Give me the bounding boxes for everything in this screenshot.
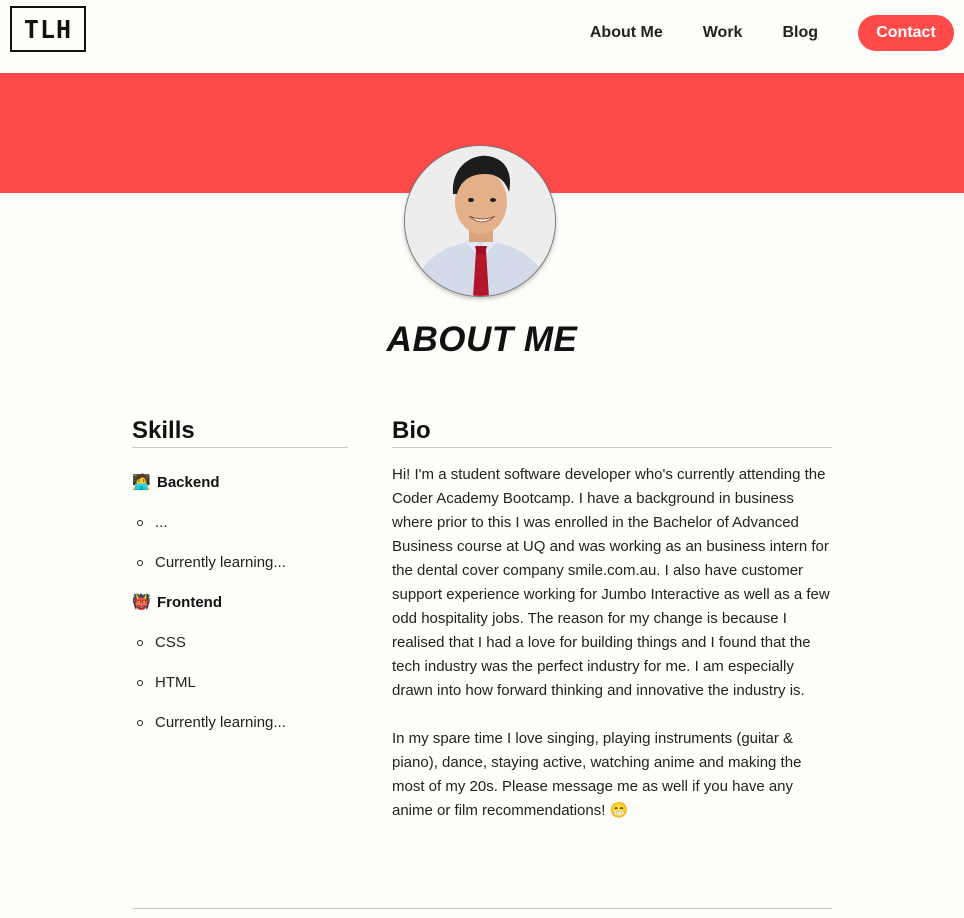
skill-group-frontend: 👹 Frontend [132, 583, 348, 623]
list-item: Currently learning... [132, 543, 348, 583]
profile-photo [405, 146, 555, 296]
bio-paragraph: Hi! I'm a student software developer who… [392, 466, 830, 699]
profile-avatar [404, 145, 556, 297]
nav-work-link[interactable]: Work [703, 15, 743, 51]
skill-group-backend: 🧑‍💻 Backend [132, 463, 348, 503]
skills-heading: Skills [132, 416, 348, 448]
skills-body: 🧑‍💻 Backend ... Currently learning... 👹 … [132, 463, 348, 743]
bio-paragraph: In my spare time I love singing, playing… [392, 730, 802, 819]
section-divider [132, 908, 832, 909]
nav-about-link[interactable]: About Me [590, 15, 663, 51]
list-item: HTML [132, 663, 348, 703]
list-item: CSS [132, 623, 348, 663]
contact-button[interactable]: Contact [858, 15, 954, 51]
bio-heading: Bio [392, 416, 832, 448]
nav-blog-link[interactable]: Blog [782, 15, 818, 51]
bio-section: Bio Hi! I'm a student software developer… [392, 416, 832, 823]
technologist-emoji-icon: 🧑‍💻 [132, 474, 151, 491]
main-nav: About Me Work Blog Contact [590, 15, 954, 51]
page-title: ABOUT ME [386, 320, 578, 359]
list-item: Currently learning... [132, 703, 348, 743]
site-header: TLH About Me Work Blog Contact [0, 0, 964, 73]
backend-skill-list: ... Currently learning... [132, 503, 348, 583]
skills-section: Skills 🧑‍💻 Backend ... Currently learnin… [132, 416, 348, 743]
site-logo[interactable]: TLH [10, 6, 86, 52]
bio-body: Hi! I'm a student software developer who… [392, 463, 832, 823]
skill-group-label: Frontend [157, 594, 222, 611]
list-item: ... [132, 503, 348, 543]
frontend-skill-list: CSS HTML Currently learning... [132, 623, 348, 743]
skill-group-label: Backend [157, 474, 220, 491]
ogre-emoji-icon: 👹 [132, 594, 151, 611]
